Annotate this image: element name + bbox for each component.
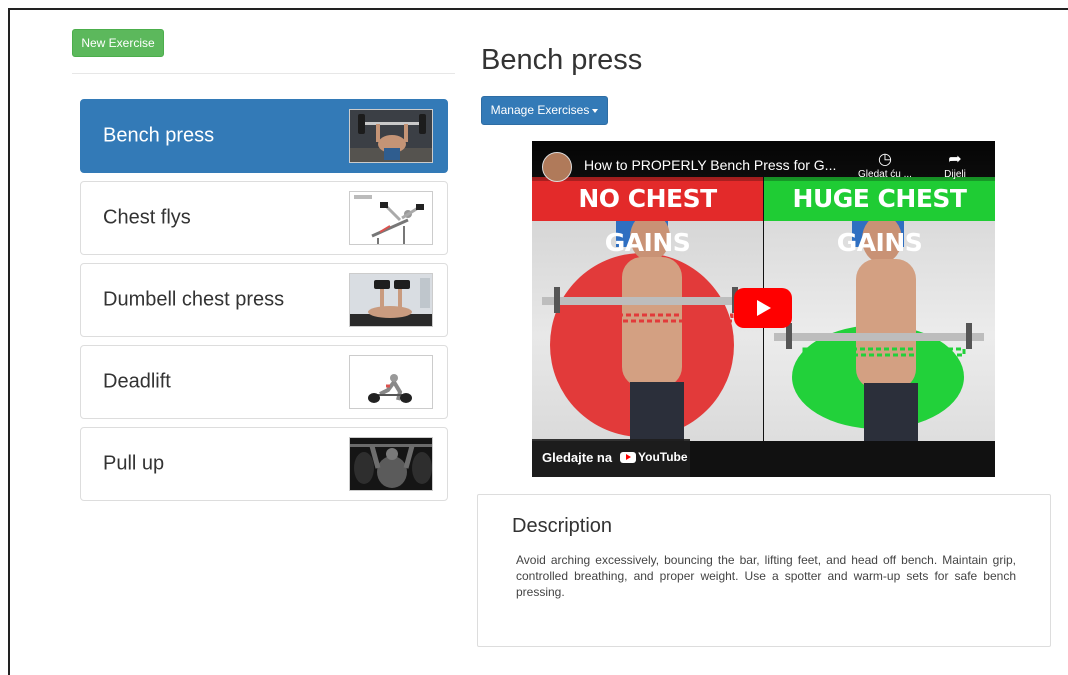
exercise-item-label: Bench press [103,124,215,147]
watch-later-label: Gledat ću ... [858,169,912,180]
exercise-item-pull-up[interactable]: Pull up [80,427,448,501]
video-title[interactable]: How to PROPERLY Bench Press for G... [584,157,836,173]
exercise-item-label: Pull up [103,452,165,475]
exercise-item-bench-press[interactable]: Bench press [80,99,448,173]
manage-exercises-dropdown[interactable]: Manage Exercises [481,96,608,125]
new-exercise-button[interactable]: New Exercise [72,29,164,57]
exercise-item-label: Dumbell chest press [103,288,285,311]
clock-icon: ◷ [878,151,892,168]
video-top-bar: How to PROPERLY Bench Press for G... ◷ G… [532,141,995,182]
youtube-wordmark: YouTube [638,450,688,464]
exercise-item-dumbell-chest-press[interactable]: Dumbell chest press [80,263,448,337]
watch-on-youtube-link[interactable]: Gledajte na YouTube [532,439,690,477]
video-banner-right: HUGE CHEST GAINS [764,177,995,257]
pull-up-thumbnail [349,437,433,491]
exercise-list: Bench press Chest flys Dumbell chest pre… [80,99,448,509]
youtube-logo: YouTube [620,450,688,464]
exercise-item-label: Chest flys [103,206,191,229]
channel-avatar[interactable] [542,152,572,182]
dumbell-chest-press-thumbnail [349,273,433,327]
deadlift-thumbnail [349,355,433,409]
description-heading: Description [512,515,613,537]
manage-exercises-label: Manage Exercises [490,103,590,117]
divider [72,73,455,74]
chest-flys-thumbnail [349,191,433,245]
description-panel: Description Avoid arching excessively, b… [477,494,1051,647]
page-title: Bench press [481,44,643,76]
share-control[interactable]: ➦ Dijeli [925,151,985,180]
exercise-item-deadlift[interactable]: Deadlift [80,345,448,419]
exercise-item-chest-flys[interactable]: Chest flys [80,181,448,255]
bench-press-thumbnail [349,109,433,163]
exercise-item-label: Deadlift [103,370,171,393]
description-text: Avoid arching excessively, bouncing the … [516,553,1016,599]
play-button[interactable] [734,288,792,328]
watch-on-label: Gledajte na [542,450,613,465]
share-label: Dijeli [944,169,966,180]
video-banner-left: NO CHEST GAINS [532,177,763,257]
caret-down-icon [592,108,599,113]
watch-later-control[interactable]: ◷ Gledat ću ... [855,151,915,180]
video-player[interactable]: NO CHEST GAINS HUGE CHEST GAINS How to P… [532,141,995,477]
youtube-play-icon [620,452,636,464]
share-icon: ➦ [948,151,962,168]
